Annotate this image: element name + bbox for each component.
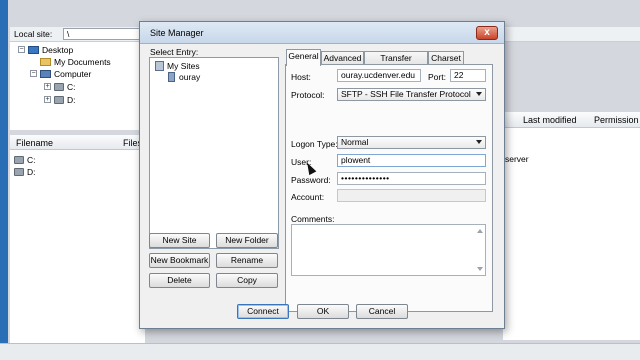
- tree-item-label: My Sites: [167, 61, 200, 71]
- server-icon: [168, 72, 175, 82]
- tree-item-d-drive[interactable]: + D:: [44, 94, 76, 105]
- drive-icon: [54, 95, 64, 104]
- tree-item-desktop[interactable]: − Desktop: [18, 44, 73, 55]
- tab-transfer-settings[interactable]: Transfer Settings: [364, 51, 428, 75]
- site-entry-tree[interactable]: My Sites ouray: [149, 57, 279, 249]
- taskbar-strip: [0, 0, 8, 360]
- comments-label: Comments:: [291, 214, 335, 224]
- column-header-last-modified[interactable]: Last modified: [523, 115, 577, 125]
- computer-icon: [40, 69, 51, 78]
- scroll-down-icon[interactable]: [477, 267, 483, 271]
- drive-icon: [54, 82, 64, 91]
- status-bar: [0, 343, 640, 360]
- protocol-select[interactable]: SFTP - SSH File Transfer Protocol: [337, 88, 486, 101]
- close-icon: x: [484, 27, 490, 38]
- column-header-permission[interactable]: Permission: [594, 115, 639, 125]
- copy-button[interactable]: Copy: [216, 273, 278, 288]
- port-label: Port:: [428, 72, 446, 82]
- tab-charset[interactable]: Charset: [428, 51, 464, 65]
- logon-type-label: Logon Type:: [291, 139, 338, 149]
- local-site-label: Local site:: [14, 29, 53, 39]
- list-item[interactable]: D:: [14, 166, 36, 177]
- list-item[interactable]: C:: [14, 154, 36, 165]
- tree-item-label: My Documents: [54, 56, 111, 67]
- comments-textarea[interactable]: [291, 224, 486, 276]
- collapse-icon[interactable]: −: [18, 46, 25, 53]
- general-tab-panel: Host: ouray.ucdenver.edu Port: 22 Protoc…: [285, 64, 493, 312]
- drive-icon: [14, 155, 24, 164]
- ok-button[interactable]: OK: [297, 304, 349, 319]
- dialog-title: Site Manager: [150, 28, 204, 38]
- list-item-label: C:: [27, 154, 36, 165]
- remote-file-list: server: [503, 128, 640, 340]
- user-input[interactable]: plowent: [337, 154, 486, 167]
- protocol-label: Protocol:: [291, 90, 325, 100]
- expand-icon[interactable]: +: [44, 96, 51, 103]
- connect-button[interactable]: Connect: [237, 304, 289, 319]
- tree-item-label: Computer: [54, 68, 92, 79]
- remote-list-header: Last modified Permission: [503, 112, 640, 128]
- logon-type-select[interactable]: Normal: [337, 136, 486, 149]
- chevron-down-icon: [476, 140, 482, 144]
- chevron-down-icon: [476, 92, 482, 96]
- port-input[interactable]: 22: [450, 69, 486, 82]
- tree-item-ouray[interactable]: ouray: [168, 72, 200, 82]
- close-button[interactable]: x: [476, 26, 498, 40]
- tree-item-my-sites[interactable]: My Sites: [155, 61, 200, 71]
- password-label: Password:: [291, 175, 331, 185]
- account-input[interactable]: [337, 189, 486, 202]
- list-item-label: D:: [27, 166, 36, 177]
- sites-icon: [155, 61, 164, 71]
- host-input[interactable]: ouray.ucdenver.edu: [337, 69, 421, 82]
- dialog-titlebar[interactable]: Site Manager x: [140, 22, 504, 44]
- folder-icon: [40, 57, 51, 66]
- desktop-icon: [28, 45, 39, 54]
- tree-item-label: ouray: [179, 72, 201, 82]
- tab-general[interactable]: General: [286, 49, 321, 66]
- account-label: Account:: [291, 192, 325, 202]
- tree-item-label: C:: [67, 81, 76, 92]
- collapse-icon[interactable]: −: [30, 70, 37, 77]
- tree-item-computer[interactable]: − Computer: [30, 68, 91, 79]
- protocol-value: SFTP - SSH File Transfer Protocol: [341, 89, 471, 99]
- select-entry-label: Select Entry:: [150, 47, 199, 57]
- site-manager-dialog: Site Manager x Select Entry: My Sites ou…: [139, 21, 505, 329]
- new-folder-button[interactable]: New Folder: [216, 233, 278, 248]
- column-header-filename[interactable]: Filename: [16, 138, 53, 148]
- local-file-list: C: D:: [10, 150, 145, 345]
- password-input[interactable]: ••••••••••••••: [337, 172, 486, 185]
- rename-button[interactable]: Rename: [216, 253, 278, 268]
- delete-button[interactable]: Delete: [149, 273, 210, 288]
- new-site-button[interactable]: New Site: [149, 233, 210, 248]
- scroll-up-icon[interactable]: [477, 229, 483, 233]
- drive-icon: [14, 167, 24, 176]
- host-label: Host:: [291, 72, 311, 82]
- tree-item-my-documents[interactable]: My Documents: [40, 56, 111, 67]
- local-tree: − Desktop My Documents − Computer + C: +…: [10, 42, 145, 130]
- expand-icon[interactable]: +: [44, 83, 51, 90]
- tree-item-c-drive[interactable]: + C:: [44, 81, 76, 92]
- logon-type-value: Normal: [341, 137, 369, 147]
- tree-item-label: Desktop: [42, 44, 74, 55]
- tab-advanced[interactable]: Advanced: [321, 51, 364, 65]
- cancel-button[interactable]: Cancel: [356, 304, 408, 319]
- remote-status-text: server: [505, 154, 529, 164]
- new-bookmark-button[interactable]: New Bookmark: [149, 253, 210, 268]
- local-list-header: Filename Files: [10, 135, 145, 150]
- tree-item-label: D:: [67, 94, 76, 105]
